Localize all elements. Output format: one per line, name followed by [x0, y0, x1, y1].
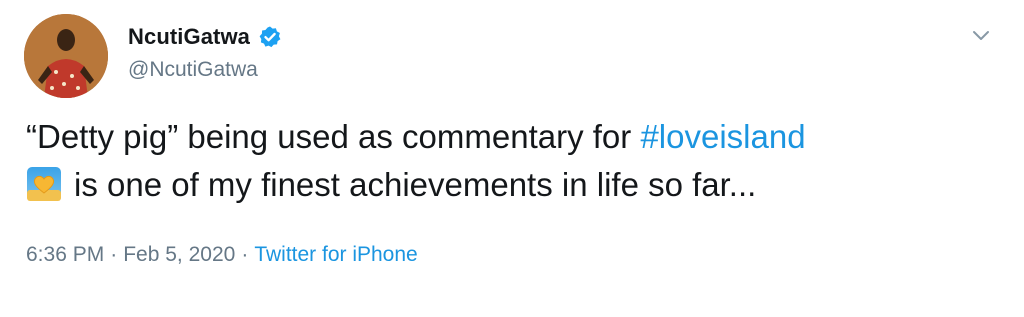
avatar[interactable]	[24, 14, 108, 98]
yellow-heart-sunset-emoji-icon	[26, 166, 62, 202]
tweet-meta: 6:36 PM · Feb 5, 2020 · Twitter for iPhone	[26, 243, 418, 267]
chevron-down-icon[interactable]	[968, 22, 994, 48]
author-name-row: NcutiGatwa	[128, 22, 282, 52]
tweet-time[interactable]: 6:36 PM	[26, 243, 104, 266]
tweet-text-part-1: “Detty pig” being used as commentary for	[26, 118, 641, 155]
verified-badge-icon	[258, 25, 282, 49]
tweet-card: NcutiGatwa @NcutiGatwa “Detty pig” being…	[0, 0, 1024, 317]
tweet-source-link[interactable]: Twitter for iPhone	[254, 243, 417, 266]
profile-photo-icon	[24, 14, 108, 98]
tweet-text-line-2: is one of my finest achievements in life…	[26, 161, 1001, 209]
tweet-text-part-2: is one of my finest achievements in life…	[74, 166, 757, 203]
meta-separator: ·	[110, 243, 118, 266]
meta-separator: ·	[241, 243, 249, 266]
hashtag-link[interactable]: #loveisland	[640, 118, 805, 155]
display-name[interactable]: NcutiGatwa	[128, 24, 250, 50]
tweet-text: “Detty pig” being used as commentary for…	[26, 113, 1001, 209]
user-handle[interactable]: @NcutiGatwa	[128, 58, 258, 82]
tweet-text-line-1: “Detty pig” being used as commentary for…	[26, 113, 1001, 161]
tweet-date[interactable]: Feb 5, 2020	[123, 243, 235, 266]
